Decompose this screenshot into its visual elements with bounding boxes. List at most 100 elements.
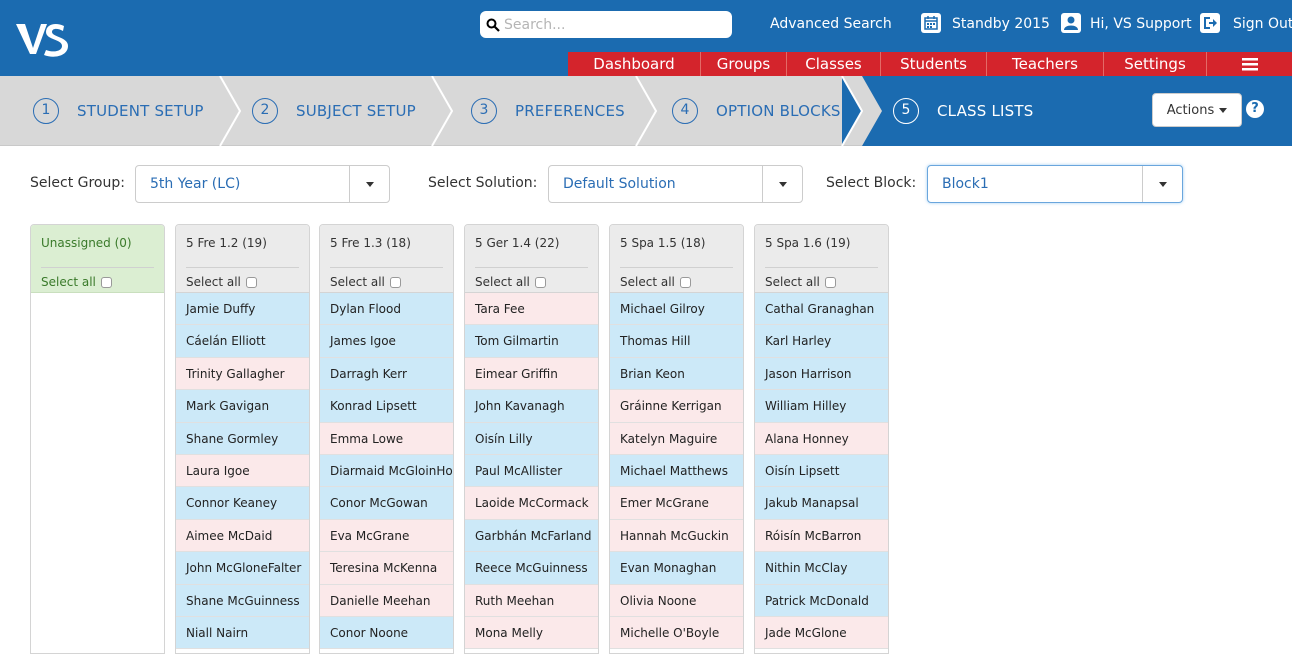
sign-out-link[interactable]: Sign Out: [1233, 15, 1292, 33]
student-item[interactable]: Eva McGrane: [320, 519, 453, 553]
select-all-checkbox[interactable]: [245, 276, 257, 288]
advanced-search-link[interactable]: Advanced Search: [770, 15, 892, 33]
step-class-lists[interactable]: 5 CLASS LISTS: [893, 76, 1033, 146]
select-all-checkbox[interactable]: [534, 276, 546, 288]
student-item[interactable]: Laoide McCormack: [465, 487, 598, 520]
year-selector[interactable]: Standby 2015: [952, 15, 1050, 33]
chevron-down-icon[interactable]: [762, 166, 802, 202]
student-item[interactable]: Michael Gilroy: [610, 293, 743, 326]
user-greeting[interactable]: Hi, VS Support: [1090, 15, 1192, 33]
student-item[interactable]: James Igoe: [320, 325, 453, 358]
student-item[interactable]: Teresina McKenna: [320, 552, 453, 585]
student-item[interactable]: Connor Keaney: [176, 487, 309, 520]
student-item[interactable]: John McGloneFalter: [176, 552, 309, 585]
student-item[interactable]: Conor Noone: [320, 616, 453, 650]
select-all-checkbox[interactable]: [389, 276, 401, 288]
student-item[interactable]: Cáelán Elliott: [176, 325, 309, 358]
student-item[interactable]: Thomas Hill: [610, 325, 743, 358]
chevron-down-icon[interactable]: [349, 166, 389, 202]
user-icon[interactable]: [1061, 13, 1081, 33]
class-column[interactable]: 5 Fre 1.2 (19) Select all Jamie Duffy Cáelá…: [175, 224, 310, 654]
student-item[interactable]: Michael Matthews: [610, 454, 743, 488]
student-item[interactable]: Hannah McGuckin: [610, 519, 743, 553]
step-subject-setup[interactable]: 2 SUBJECT SETUP: [252, 76, 416, 146]
nav-settings[interactable]: Settings: [1104, 52, 1207, 76]
student-item[interactable]: Reece McGuinness: [465, 552, 598, 585]
nav-teachers[interactable]: Teachers: [987, 52, 1104, 76]
student-item[interactable]: Emer McGrane: [610, 487, 743, 520]
student-item[interactable]: Shane McGuinness: [176, 584, 309, 617]
student-item[interactable]: Aimee McDaid: [176, 519, 309, 553]
select-all[interactable]: Select all: [765, 268, 878, 289]
student-item[interactable]: Laura Igoe: [176, 454, 309, 488]
nav-dashboard[interactable]: Dashboard: [568, 52, 701, 76]
nav-students[interactable]: Students: [881, 52, 987, 76]
hamburger-menu-icon[interactable]: [1207, 52, 1292, 76]
student-item[interactable]: Mark Gavigan: [176, 390, 309, 423]
class-column[interactable]: 5 Spa 1.5 (18) Select all Michael Gilroy Th…: [609, 224, 744, 654]
class-column[interactable]: 5 Fre 1.3 (18) Select all Dylan Flood James…: [319, 224, 454, 654]
student-item[interactable]: Eimear Griffin: [465, 357, 598, 391]
student-item[interactable]: Alana Honney: [755, 422, 888, 455]
student-item[interactable]: Katelyn Maguire: [610, 422, 743, 455]
select-all[interactable]: Select all: [620, 268, 733, 289]
student-item[interactable]: Jason Harrison: [755, 357, 888, 391]
class-column[interactable]: 5 Ger 1.4 (22) Select all Tara Fee Tom Gilm…: [464, 224, 599, 654]
student-item[interactable]: Tara Fee: [465, 293, 598, 326]
solution-select[interactable]: Default Solution: [548, 165, 803, 203]
student-item[interactable]: Tom Gilmartin: [465, 325, 598, 358]
select-all[interactable]: Select all: [186, 268, 299, 289]
student-item[interactable]: Garbhán McFarland: [465, 519, 598, 553]
group-select[interactable]: 5th Year (LC): [135, 165, 390, 203]
student-item[interactable]: Conor McGowan: [320, 487, 453, 520]
student-item[interactable]: Niall Nairn: [176, 616, 309, 650]
block-select[interactable]: Block1: [927, 165, 1183, 203]
select-all[interactable]: Select all: [41, 268, 154, 289]
student-item[interactable]: John Kavanagh: [465, 390, 598, 423]
select-all[interactable]: Select all: [330, 268, 443, 289]
student-item[interactable]: Karl Harley: [755, 325, 888, 358]
student-item[interactable]: William Hilley: [755, 390, 888, 423]
student-item[interactable]: Patrick McDonald: [755, 584, 888, 617]
student-item[interactable]: Brian Keon: [610, 357, 743, 391]
select-all-checkbox[interactable]: [824, 276, 836, 288]
student-item[interactable]: Trinity Gallagher: [176, 357, 309, 391]
unassigned-column[interactable]: Unassigned (0) Select all: [30, 224, 165, 654]
student-item[interactable]: Cathal Granaghan: [755, 293, 888, 326]
step-option-blocks[interactable]: 4 OPTION BLOCKS: [672, 76, 841, 146]
student-item[interactable]: Jakub Manapsal: [755, 487, 888, 520]
vs-logo-icon[interactable]: [16, 20, 68, 58]
help-icon[interactable]: ?: [1246, 100, 1264, 118]
search-box[interactable]: [480, 11, 732, 38]
nav-classes[interactable]: Classes: [787, 52, 881, 76]
student-item[interactable]: Jamie Duffy: [176, 293, 309, 326]
student-item[interactable]: Diarmaid McGloinHoma: [320, 454, 453, 488]
student-item[interactable]: Oisín Lilly: [465, 422, 598, 455]
student-item[interactable]: Evan Monaghan: [610, 552, 743, 585]
chevron-down-icon[interactable]: [1142, 166, 1182, 202]
actions-dropdown-button[interactable]: Actions: [1152, 93, 1242, 127]
student-item[interactable]: Ruth Meehan: [465, 584, 598, 617]
student-item[interactable]: Paul McAllister: [465, 454, 598, 488]
select-all-checkbox[interactable]: [679, 276, 691, 288]
student-item[interactable]: Róisín McBarron: [755, 519, 888, 553]
select-all[interactable]: Select all: [475, 268, 588, 289]
student-item[interactable]: Shane Gormley: [176, 422, 309, 455]
student-item[interactable]: Darragh Kerr: [320, 357, 453, 391]
calendar-icon[interactable]: [921, 13, 941, 33]
sign-out-icon[interactable]: [1200, 13, 1220, 33]
student-item[interactable]: Olivia Noone: [610, 584, 743, 617]
student-item[interactable]: Michelle O'Boyle: [610, 616, 743, 650]
student-item[interactable]: Dylan Flood: [320, 293, 453, 326]
search-input[interactable]: [504, 16, 724, 33]
step-preferences[interactable]: 3 PREFERENCES: [471, 76, 625, 146]
student-item[interactable]: Konrad Lipsett: [320, 390, 453, 423]
student-item[interactable]: Emma Lowe: [320, 422, 453, 455]
select-all-checkbox[interactable]: [100, 276, 112, 288]
student-item[interactable]: Jade McGlone: [755, 616, 888, 650]
student-item[interactable]: Danielle Meehan: [320, 584, 453, 617]
nav-groups[interactable]: Groups: [701, 52, 787, 76]
student-item[interactable]: Oisín Lipsett: [755, 454, 888, 488]
class-column[interactable]: 5 Spa 1.6 (19) Select all Cathal Granaghan…: [754, 224, 889, 654]
step-student-setup[interactable]: 1 STUDENT SETUP: [33, 76, 204, 146]
